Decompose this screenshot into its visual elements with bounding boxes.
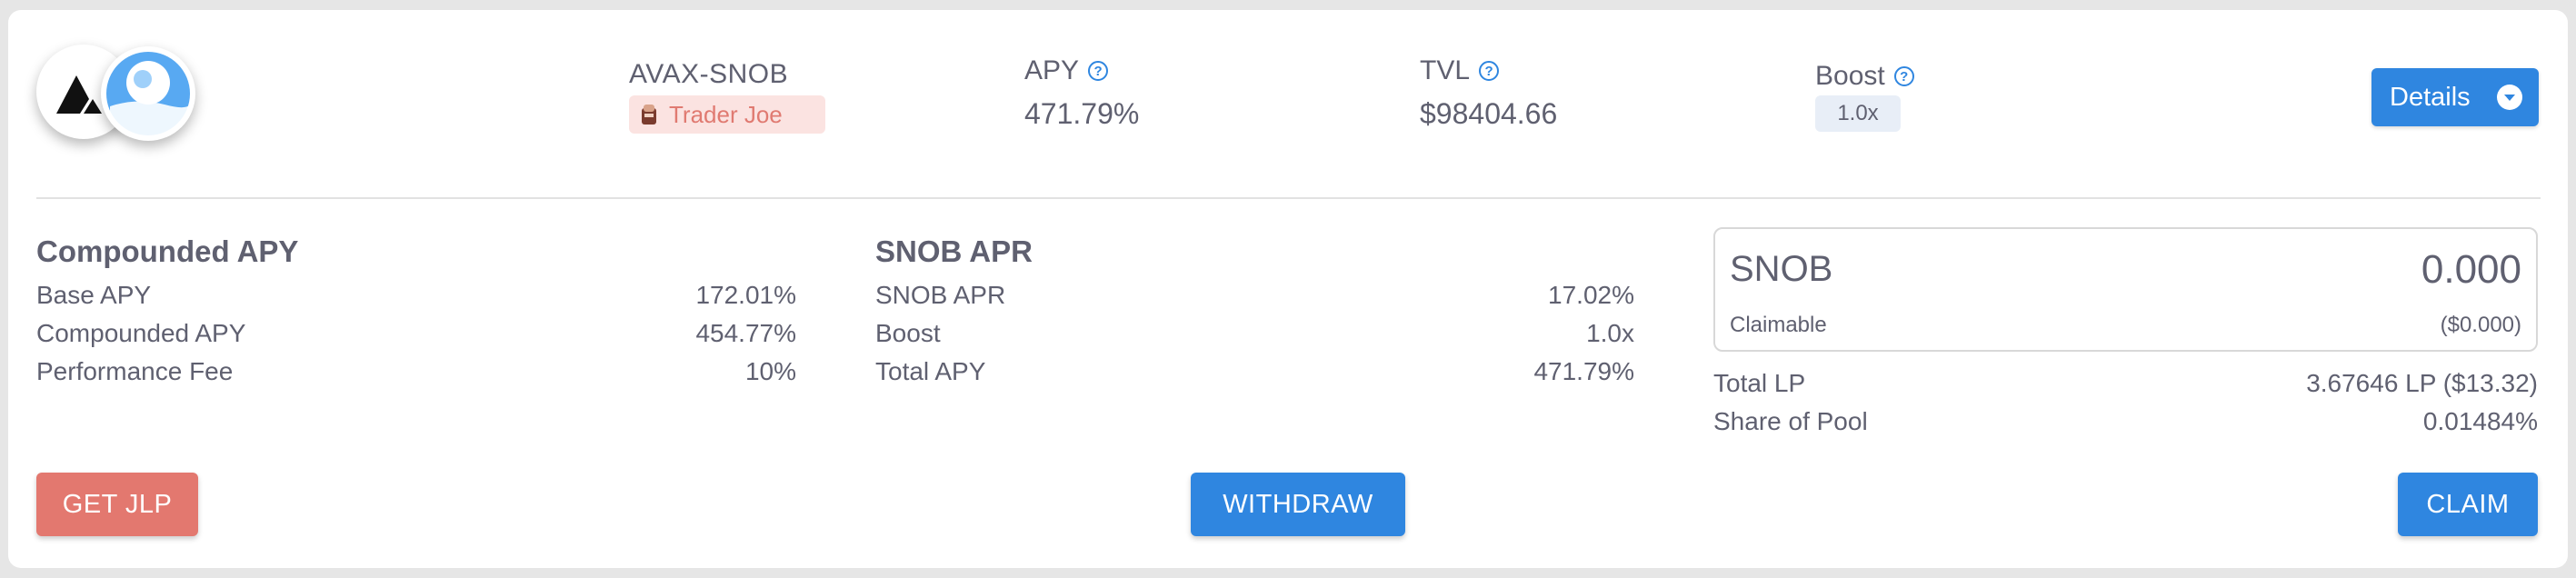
list-item: Boost 1.0x bbox=[875, 319, 1634, 348]
row-label: Total LP bbox=[1713, 369, 1806, 397]
claim-token: SNOB bbox=[1730, 249, 1833, 289]
tvl-value: $98404.66 bbox=[1420, 97, 1558, 130]
list-item: Performance Fee 10% bbox=[36, 357, 796, 386]
boost-label: Boost ? bbox=[1815, 61, 1914, 92]
row-value: 17.02% bbox=[1548, 281, 1634, 309]
apy-label-text: APY bbox=[1024, 55, 1080, 85]
row-label: Base APY bbox=[36, 281, 152, 309]
boost-label-text: Boost bbox=[1815, 61, 1885, 91]
tvl-label-text: TVL bbox=[1420, 55, 1471, 85]
snob-apr-title: SNOB APR bbox=[875, 234, 1033, 268]
details-label: Details bbox=[2390, 82, 2471, 112]
withdraw-button[interactable]: WITHDRAW bbox=[1191, 473, 1405, 536]
list-item: SNOB APR 17.02% bbox=[875, 281, 1634, 310]
apy-value: 471.79% bbox=[1024, 97, 1140, 130]
claimable-label: Claimable bbox=[1730, 313, 1827, 337]
list-item: Total LP 3.67646 LP ($13.32) bbox=[1713, 369, 2538, 398]
row-label: Compounded APY bbox=[36, 319, 246, 347]
row-label: Total APY bbox=[875, 357, 986, 385]
tvl-label: TVL ? bbox=[1420, 55, 1500, 86]
row-value: 0.01484% bbox=[2422, 407, 2538, 435]
dex-badge: Trader Joe bbox=[629, 95, 825, 134]
row-value: 1.0x bbox=[1586, 319, 1634, 347]
list-item: Total APY 471.79% bbox=[875, 357, 1634, 386]
compounded-apy-title: Compounded APY bbox=[36, 234, 299, 268]
trader-joe-icon bbox=[642, 105, 656, 125]
list-item: Share of Pool 0.01484% bbox=[1713, 407, 2538, 436]
snob-logo bbox=[101, 46, 195, 141]
claimable-usd: ($0.000) bbox=[2440, 313, 2521, 337]
apy-label: APY ? bbox=[1024, 55, 1109, 86]
farm-card: AVAX-SNOB Trader Joe APY ? 471.79% TVL ?… bbox=[8, 10, 2568, 568]
apy-help-icon[interactable]: ? bbox=[1088, 61, 1109, 81]
row-value: 454.77% bbox=[695, 319, 796, 347]
row-label: Boost bbox=[875, 319, 941, 347]
dex-name: Trader Joe bbox=[669, 100, 783, 128]
details-button[interactable]: Details bbox=[2371, 68, 2539, 126]
pair-name: AVAX-SNOB bbox=[629, 59, 789, 89]
row-value: 172.01% bbox=[695, 281, 796, 309]
chevron-down-icon bbox=[2497, 85, 2522, 110]
get-lp-button[interactable]: GET JLP bbox=[36, 473, 198, 536]
row-value: 3.67646 LP ($13.32) bbox=[2306, 369, 2538, 397]
row-label: Performance Fee bbox=[36, 357, 234, 385]
row-label: SNOB APR bbox=[875, 281, 1006, 309]
list-item: Compounded APY 454.77% bbox=[36, 319, 796, 348]
claim-button[interactable]: CLAIM bbox=[2398, 473, 2538, 536]
snowball-icon bbox=[106, 52, 191, 137]
claimable-box: SNOB 0.000 Claimable ($0.000) bbox=[1713, 227, 2538, 352]
boost-badge: 1.0x bbox=[1815, 95, 1901, 132]
tvl-help-icon[interactable]: ? bbox=[1479, 61, 1500, 81]
list-item: Base APY 172.01% bbox=[36, 281, 796, 310]
divider bbox=[36, 197, 2541, 199]
row-label: Share of Pool bbox=[1713, 407, 1868, 435]
row-value: 10% bbox=[744, 357, 796, 385]
row-value: 471.79% bbox=[1533, 357, 1634, 385]
claim-amount: 0.000 bbox=[2421, 247, 2521, 292]
boost-help-icon[interactable]: ? bbox=[1893, 66, 1914, 86]
